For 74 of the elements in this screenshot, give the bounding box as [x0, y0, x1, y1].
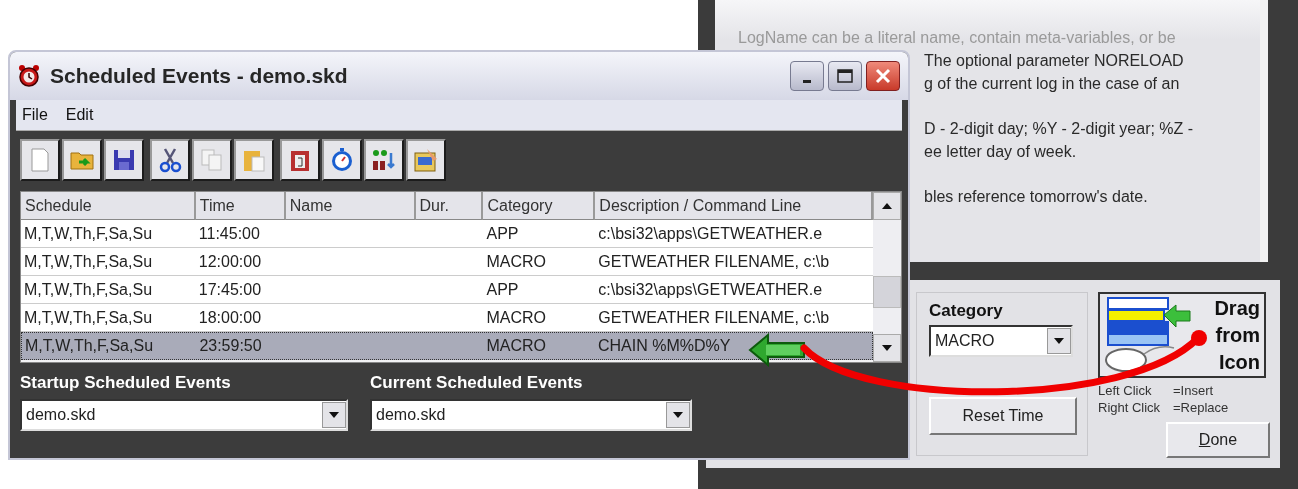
table-cell: M,T,W,Th,F,Sa,Su	[25, 337, 154, 354]
toolbar-button[interactable]	[20, 139, 60, 181]
toolbar-button[interactable]	[406, 139, 446, 181]
toolbar-button[interactable]	[364, 139, 404, 181]
table-cell: 12:00:00	[198, 252, 262, 270]
help-text: The optional parameter NORELOAD	[924, 51, 1185, 71]
help-text: bles reference tomorrow's date.	[924, 187, 1149, 207]
table-cell: MACRO	[486, 252, 546, 270]
copy-icon	[199, 147, 225, 173]
table-row[interactable]: M,T,W,Th,F,Sa,Su 17:45:00 APP c:\bsi32\apps\GETWEATHER.e	[21, 276, 873, 304]
help-text: ee letter day of week.	[924, 142, 1078, 162]
file-dropdown[interactable]: demo.skd	[20, 399, 348, 431]
click-hint-value: =Replace	[1173, 399, 1229, 416]
maximize-icon	[837, 69, 853, 83]
category-label: Category	[929, 301, 1004, 321]
alarm-clock-icon	[18, 64, 40, 88]
maximize-button[interactable]	[828, 61, 862, 91]
window-title: Scheduled Events - demo.skd	[50, 64, 348, 88]
table-cell: M,T,W,Th,F,Sa,Su	[24, 280, 153, 298]
toolbar-button[interactable]	[62, 139, 102, 181]
table-cell: c:\bsi32\apps\GETWEATHER.e	[598, 224, 823, 242]
table-cell: APP	[486, 280, 519, 298]
stopwatch-icon	[329, 147, 355, 173]
toolbar-button[interactable]	[234, 139, 274, 181]
toolbar-button[interactable]	[192, 139, 232, 181]
menu-item[interactable]: File	[22, 106, 48, 124]
edit-note-icon	[413, 147, 439, 173]
drag-icon-button[interactable]: Drag from Icon	[1098, 292, 1266, 378]
table-cell: MACRO	[486, 337, 546, 354]
table-cell: MACRO	[486, 308, 546, 326]
number-sort-icon	[371, 147, 397, 173]
table-cell: c:\bsi32\apps\GETWEATHER.e	[598, 280, 823, 298]
minimize-icon	[803, 79, 811, 83]
table-cell: 17:45:00	[198, 280, 262, 298]
table-row[interactable]: M,T,W,Th,F,Sa,Su 18:00:00 MACRO GETWEATHER FILENAME, c:\b	[21, 304, 873, 332]
table-row[interactable]: M,T,W,Th,F,Sa,Su 23:59:50 MACRO CHAIN %M%D%Y	[21, 332, 873, 360]
field-label: Current Scheduled Events	[370, 373, 584, 393]
table-row[interactable]: M,T,W,Th,F,Sa,Su 12:00:00 MACRO GETWEATHER FILENAME, c:\b	[21, 248, 873, 276]
insert-arrow-icon	[748, 333, 806, 367]
table-row[interactable]: M,T,W,Th,F,Sa,Su 11:45:00 APP c:\bsi32\apps\GETWEATHER.e	[21, 220, 873, 248]
file-dropdown[interactable]: demo.skd	[370, 399, 692, 431]
table-cell: GETWEATHER FILENAME, c:\b	[598, 252, 830, 270]
table-cell: M,T,W,Th,F,Sa,Su	[24, 224, 153, 242]
menu-item[interactable]: Edit	[65, 106, 94, 124]
scissors-icon	[157, 147, 183, 173]
table-cell: 23:59:50	[199, 337, 262, 354]
toolbar-button[interactable]	[322, 139, 362, 181]
minimize-button[interactable]	[790, 61, 824, 91]
click-hint-value: =Insert	[1173, 382, 1214, 399]
scroll-thumb[interactable]	[873, 276, 901, 308]
table-cell: GETWEATHER FILENAME, c:\b	[598, 308, 830, 326]
scrollbar[interactable]	[873, 192, 901, 362]
field-label: Startup Scheduled Events	[20, 373, 232, 393]
toolbar-button[interactable]	[280, 139, 320, 181]
close-icon	[874, 67, 892, 85]
help-text: LogName can be a literal name, contain meta-variables, or be	[738, 28, 1177, 48]
table-cell: M,T,W,Th,F,Sa,Su	[24, 308, 153, 326]
help-text: g of the current log in the case of an	[924, 74, 1181, 94]
close-button[interactable]	[866, 61, 900, 91]
click-hint-label: Right Click	[1098, 399, 1162, 416]
scroll-up-icon[interactable]	[873, 192, 901, 220]
table-cell: M,T,W,Th,F,Sa,Su	[24, 252, 153, 270]
done-button[interactable]: Done	[1166, 422, 1270, 458]
table-cell: 11:45:00	[198, 224, 260, 242]
scroll-down-icon[interactable]	[873, 334, 901, 362]
table-cell: 18:00:00	[198, 308, 262, 326]
toolbar-button[interactable]	[104, 139, 144, 181]
reset-time-button[interactable]: Reset Time	[929, 397, 1077, 435]
table-cell: CHAIN %M%D%Y	[598, 337, 731, 354]
click-hint-label: Left Click	[1098, 382, 1153, 399]
toolbar-button[interactable]	[150, 139, 190, 181]
category-dropdown[interactable]: MACRO	[929, 325, 1073, 357]
help-text: D - 2-digit day; %Y - 2-digit year; %Z -	[924, 119, 1195, 139]
table-cell: APP	[486, 224, 519, 242]
